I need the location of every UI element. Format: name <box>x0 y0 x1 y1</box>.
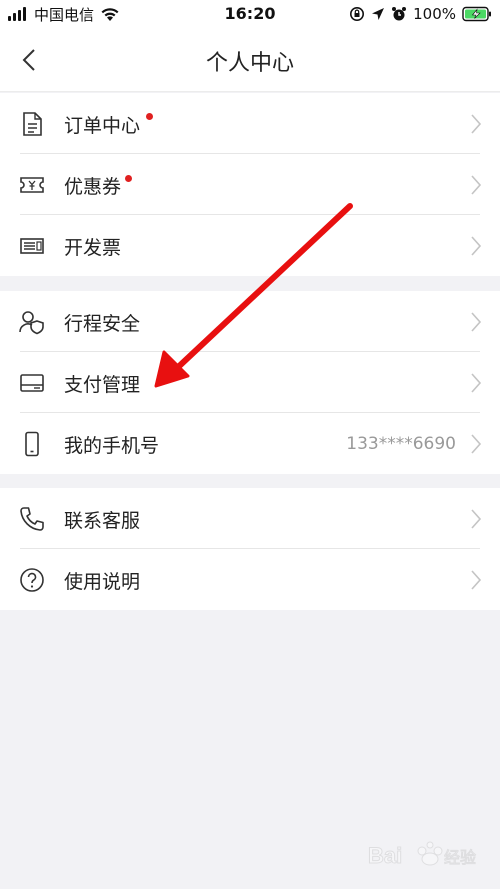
chevron-right-icon <box>471 434 482 454</box>
users-shield-icon <box>19 311 44 335</box>
menu-item-payment[interactable]: 支付管理 <box>0 352 500 413</box>
status-bar: 中国电信 16:20 100% <box>0 0 500 28</box>
nav-bar: 个人中心 <box>0 28 500 92</box>
status-right: 100% <box>349 4 492 24</box>
menu-item-phone[interactable]: 我的手机号 133****6690 <box>0 413 500 474</box>
menu-item-label: 行程安全 <box>64 313 141 335</box>
menu-item-invoice[interactable]: 开发票 <box>0 215 500 276</box>
menu-item-customer-service[interactable]: 联系客服 <box>0 488 500 549</box>
watermark-logo: Bai 经验 <box>368 841 477 869</box>
menu-item-label: 使用说明 <box>64 571 141 593</box>
menu-item-trip-safety[interactable]: 行程安全 <box>0 291 500 352</box>
chevron-right-icon <box>471 175 482 195</box>
coupons-badge <box>125 175 132 182</box>
menu-group-orders: 订单中心 优惠券 开发票 <box>0 93 500 276</box>
menu-item-help[interactable]: 使用说明 <box>0 549 500 610</box>
chevron-right-icon <box>471 570 482 590</box>
page-title: 个人中心 <box>205 51 294 76</box>
menu-item-label: 优惠券 <box>64 176 122 198</box>
orders-badge <box>146 113 153 120</box>
menu-item-label: 联系客服 <box>64 510 141 532</box>
menu-item-coupons[interactable]: 优惠券 <box>0 154 500 215</box>
chevron-right-icon <box>471 509 482 529</box>
menu-item-label: 订单中心 <box>64 115 141 137</box>
chevron-right-icon <box>471 312 482 332</box>
menu-item-orders[interactable]: 订单中心 <box>0 93 500 154</box>
card-icon <box>20 374 44 392</box>
rotation-lock-icon <box>350 7 365 21</box>
menu-group-support: 联系客服 使用说明 <box>0 488 500 610</box>
chevron-right-icon <box>471 236 482 256</box>
document-icon <box>23 112 42 136</box>
menu-item-label: 开发票 <box>64 237 122 259</box>
svg-text:经验: 经验 <box>444 848 476 867</box>
menu-item-label: 支付管理 <box>64 374 141 396</box>
phone-handset-icon <box>20 507 44 531</box>
chevron-right-icon <box>471 114 482 134</box>
help-icon <box>20 568 44 592</box>
battery-charging-icon <box>462 6 491 22</box>
svg-text:Bai: Bai <box>368 843 402 868</box>
menu-group-account: 行程安全 支付管理 我的手机号 133****6690 <box>0 291 500 474</box>
alarm-icon <box>392 7 407 21</box>
phone-icon <box>25 431 39 457</box>
battery-percent: 100% <box>413 5 456 23</box>
location-icon <box>372 8 385 20</box>
menu-item-label: 我的手机号 <box>64 435 160 457</box>
invoice-icon <box>20 238 44 254</box>
chevron-right-icon <box>471 373 482 393</box>
coupon-icon <box>20 177 44 193</box>
screen: 中国电信 16:20 100% 个人中心 订单中心 优惠券 开发票 行程安全 支… <box>0 0 500 889</box>
phone-number-value: 133****6690 <box>346 434 456 454</box>
